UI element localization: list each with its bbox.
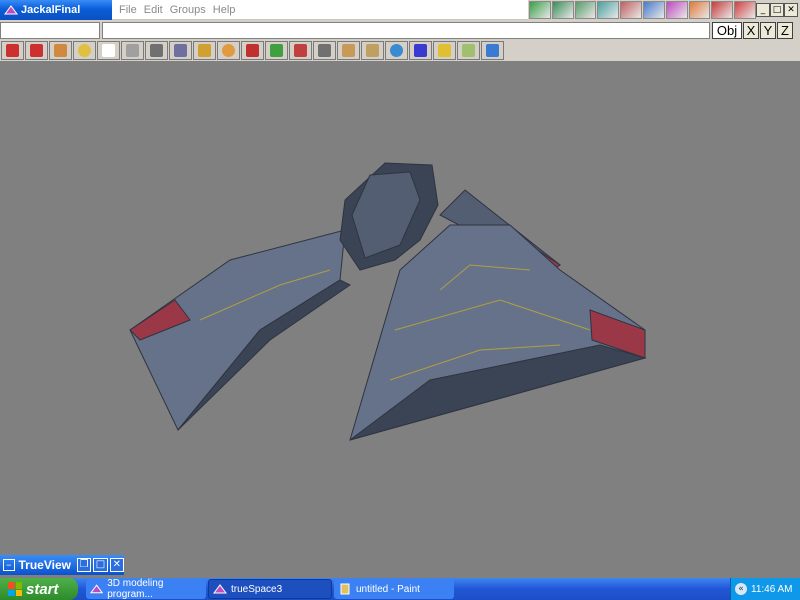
help-button[interactable] — [734, 1, 756, 19]
sweep-icon — [270, 44, 283, 57]
look-around-button[interactable] — [529, 1, 551, 19]
axis-z-button[interactable]: Z — [777, 22, 793, 39]
3d-view-button[interactable] — [481, 41, 504, 60]
select-arrow-button[interactable] — [97, 41, 120, 60]
pivot-button[interactable] — [289, 41, 312, 60]
menu-edit[interactable]: Edit — [144, 4, 163, 16]
boolean-icon — [246, 44, 259, 57]
scene-icon — [462, 44, 475, 57]
axis-y-button[interactable]: Y — [760, 22, 776, 39]
navigation-icon — [126, 44, 139, 57]
minimize-button[interactable]: _ — [756, 3, 770, 17]
menu-bar: File Edit Groups Help — [112, 0, 528, 20]
light-icon — [78, 44, 91, 57]
bank-view-button[interactable] — [574, 1, 597, 19]
window-controls: _ □ ✕ — [756, 0, 800, 20]
render-area-button[interactable] — [642, 1, 665, 19]
status-field-main — [102, 22, 710, 39]
taskbar-item-label: trueSpace3 — [231, 583, 283, 595]
tray-expand-icon[interactable]: « — [735, 583, 747, 595]
menu-file[interactable]: File — [119, 4, 137, 16]
title-bar[interactable]: JackalFinal — [0, 0, 112, 20]
render-scene-button[interactable] — [665, 1, 688, 19]
move-down-button[interactable] — [145, 41, 168, 60]
grid-button[interactable] — [409, 41, 432, 60]
material-icon — [366, 44, 379, 57]
animation-icon — [438, 44, 451, 57]
coordinate-obj-button[interactable]: Obj — [712, 22, 742, 39]
clock: 11:46 AM — [751, 583, 793, 595]
windows-logo-icon — [8, 582, 22, 596]
menu-groups[interactable]: Groups — [170, 4, 206, 16]
close-button[interactable]: ✕ — [784, 3, 798, 17]
start-label: start — [26, 580, 59, 598]
trueview-restore-button[interactable]: ❐ — [76, 558, 92, 572]
truespace-app-icon — [4, 5, 18, 15]
palette-menu-icon[interactable]: − — [3, 559, 15, 571]
axis-x-button[interactable]: X — [743, 22, 759, 39]
axis-buttons: Obj X Y Z — [712, 22, 794, 39]
deform-icon — [198, 44, 211, 57]
undo-button[interactable] — [1, 41, 24, 60]
3d-viewport[interactable] — [0, 61, 800, 578]
select-arrow-icon — [102, 44, 115, 57]
trueview-close-button[interactable]: ✕ — [109, 558, 125, 572]
paint-app-icon — [340, 583, 350, 595]
erase-icon — [30, 44, 43, 57]
material-button[interactable] — [361, 41, 384, 60]
trueview-maximize-button[interactable]: □ — [93, 558, 108, 572]
system-tray: « 11:46 AM — [730, 578, 800, 600]
paint-brush-icon — [342, 44, 355, 57]
animation-button[interactable] — [433, 41, 456, 60]
menu-help[interactable]: Help — [213, 4, 236, 16]
material-library-button[interactable] — [711, 1, 734, 19]
color-balls-icon — [390, 44, 403, 57]
sphere-icon — [222, 44, 235, 57]
trueview-title: TrueView — [18, 558, 71, 572]
pivot-icon — [294, 44, 307, 57]
move-down-icon — [150, 44, 163, 57]
status-row: Obj X Y Z — [0, 20, 800, 41]
undo-icon — [6, 44, 19, 57]
trueview-palette[interactable]: − TrueView ❐ □ ✕ — [0, 555, 125, 575]
truespace-app-icon — [213, 584, 227, 594]
sweep-button[interactable] — [265, 41, 288, 60]
truespace-app-icon — [90, 584, 104, 594]
rotate-view-button[interactable] — [597, 1, 620, 19]
maximize-button[interactable]: □ — [770, 3, 784, 17]
color-balls-button[interactable] — [385, 41, 408, 60]
scene-button[interactable] — [457, 41, 480, 60]
render-object-button[interactable] — [688, 1, 711, 19]
add-object-icon — [54, 44, 67, 57]
sphere-button[interactable] — [217, 41, 240, 60]
paint-brush-button[interactable] — [337, 41, 360, 60]
object-tool-button[interactable] — [169, 41, 192, 60]
taskbar-item-label: 3D modeling program... — [107, 578, 164, 600]
add-object-button[interactable] — [49, 41, 72, 60]
spaceship-model — [129, 162, 647, 441]
taskbar-item-paint[interactable]: untitled - Paint — [334, 579, 454, 599]
taskbar-item-label: untitled - Paint — [356, 583, 420, 595]
path-icon — [318, 44, 331, 57]
navigation-button[interactable] — [121, 41, 144, 60]
view-toolbar — [528, 0, 756, 20]
grid-icon — [414, 44, 427, 57]
main-toolbar — [0, 41, 800, 61]
taskbar-item-browser[interactable]: 3D modeling program... — [86, 578, 206, 600]
taskbar-item-truespace[interactable]: trueSpace3 — [208, 579, 332, 599]
path-button[interactable] — [313, 41, 336, 60]
taskbar: start 3D modeling program... trueSpace3 … — [0, 578, 800, 600]
boolean-button[interactable] — [241, 41, 264, 60]
fly-view-button[interactable] — [551, 1, 574, 19]
perspective-button[interactable] — [620, 1, 642, 19]
window-title: JackalFinal — [21, 4, 81, 16]
erase-button[interactable] — [25, 41, 48, 60]
deform-button[interactable] — [193, 41, 216, 60]
start-button[interactable]: start — [0, 578, 78, 600]
3d-view-icon — [486, 44, 499, 57]
light-button[interactable] — [73, 41, 96, 60]
object-tool-icon — [174, 44, 187, 57]
status-field-left — [0, 22, 100, 39]
